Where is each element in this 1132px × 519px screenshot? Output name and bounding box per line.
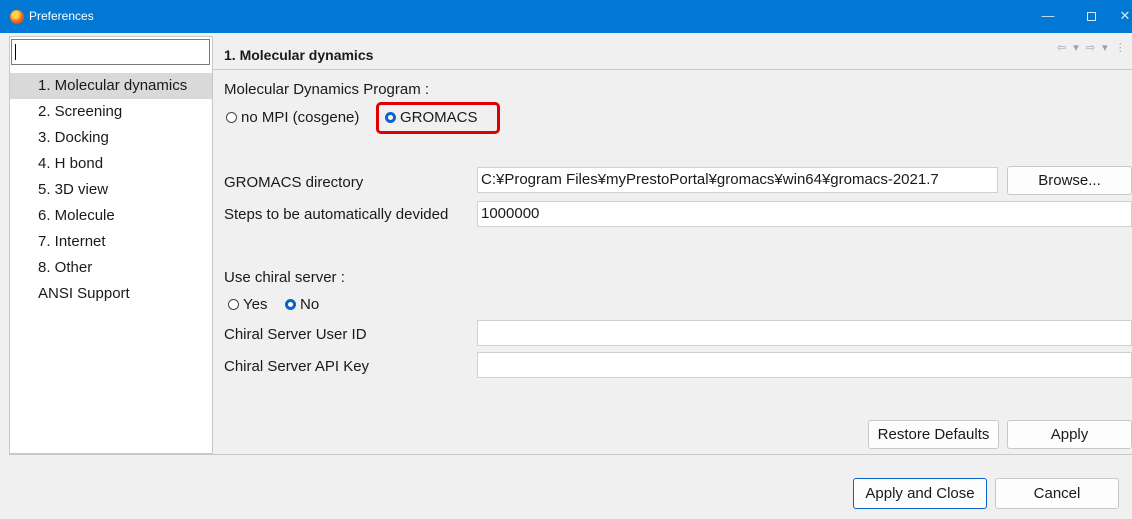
steps-label: Steps to be automatically devided [224,206,449,223]
sidebar-item-screening[interactable]: 2. Screening [10,99,212,125]
radio-checked-icon [285,299,296,310]
gromacs-directory-field[interactable]: C:¥Program Files¥myPrestoPortal¥gromacs¥… [477,167,998,193]
app-icon [10,10,24,24]
footer-divider [9,454,1132,455]
preference-tree: 1. Molecular dynamics 2. Screening 3. Do… [10,73,212,307]
browse-button[interactable]: Browse... [1007,166,1132,195]
radio-no-mpi[interactable]: no MPI (cosgene) [226,109,359,126]
radio-chiral-no-label: No [300,296,320,313]
chiral-server-label: Use chiral server : [224,269,345,286]
steps-field[interactable]: 1000000 [477,201,1132,227]
radio-chiral-yes[interactable]: Yes [228,296,267,313]
sidebar-item-ansi-support[interactable]: ANSI Support [10,281,212,307]
chiral-api-key-label: Chiral Server API Key [224,358,370,375]
sidebar-item-3d-view[interactable]: 5. 3D view [10,177,212,203]
sidebar: 1. Molecular dynamics 2. Screening 3. Do… [9,36,213,454]
preferences-window: Preferences — ✕ 1. Molecular dynamics 2.… [0,0,1132,519]
sidebar-item-docking[interactable]: 3. Docking [10,125,212,151]
text-caret [15,44,16,60]
chiral-user-id-label: Chiral Server User ID [224,326,367,343]
cancel-button[interactable]: Cancel [995,478,1119,509]
title-bar[interactable]: Preferences — ✕ [0,0,1132,33]
apply-button[interactable]: Apply [1007,420,1132,449]
sidebar-item-other[interactable]: 8. Other [10,255,212,281]
annotation-highlight-box [376,102,500,134]
radio-chiral-no[interactable]: No [285,296,319,313]
sidebar-item-molecule[interactable]: 6. Molecule [10,203,212,229]
md-program-label: Molecular Dynamics Program : [224,81,430,98]
radio-unchecked-icon [226,112,237,123]
page-header: 1. Molecular dynamics ⇦ ▾ ⇨ ▾ ⋮ [213,36,1132,70]
radio-chiral-yes-label: Yes [243,296,268,313]
chiral-user-id-field[interactable] [477,320,1132,346]
sidebar-item-internet[interactable]: 7. Internet [10,229,212,255]
maximize-button[interactable] [1080,6,1102,26]
sidebar-item-h-bond[interactable]: 4. H bond [10,151,212,177]
minimize-button[interactable]: — [1037,6,1059,26]
apply-and-close-button[interactable]: Apply and Close [853,478,987,509]
chiral-api-key-field[interactable] [477,352,1132,378]
window-title: Preferences [29,9,94,23]
radio-no-mpi-label: no MPI (cosgene) [241,109,360,126]
page-title: 1. Molecular dynamics [224,47,374,63]
preference-page: 1. Molecular dynamics ⇦ ▾ ⇨ ▾ ⋮ Molecula… [213,36,1132,454]
restore-defaults-button[interactable]: Restore Defaults [868,420,999,449]
radio-unchecked-icon [228,299,239,310]
filter-input[interactable] [11,39,210,65]
sidebar-item-molecular-dynamics[interactable]: 1. Molecular dynamics [10,73,212,99]
gromacs-directory-label: GROMACS directory [224,174,364,191]
history-nav-icons[interactable]: ⇦ ▾ ⇨ ▾ ⋮ [1057,41,1128,54]
close-button[interactable]: ✕ [1114,6,1132,26]
maximize-icon [1086,12,1096,22]
